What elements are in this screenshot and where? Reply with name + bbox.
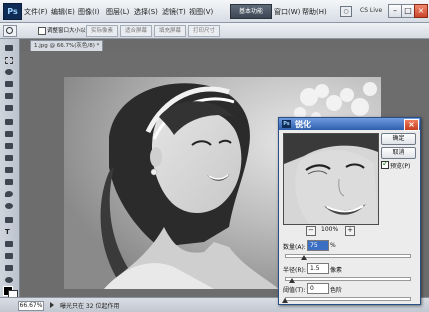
menu-select[interactable]: 选择(S) [134,7,158,17]
photoshop-logo: Ps [3,3,22,20]
brush-tool-icon[interactable] [3,129,15,139]
amount-label: 数量(A): [283,244,306,251]
eraser-tool-icon[interactable] [3,165,15,175]
quick-select-tool-icon[interactable] [3,79,15,89]
preview-zoom-level: 100% [321,226,339,233]
radius-input[interactable]: 1.5 [307,263,329,274]
zoom-level-field[interactable]: 66.67% [18,301,44,311]
menu-help[interactable]: 帮助(H) [302,7,327,17]
filter-preview[interactable] [283,133,379,225]
threshold-input[interactable]: 0 [307,283,329,294]
options-bar: 调整窗口大小以满屏显示 实际像素 适合屏幕 填充屏幕 打印尺寸 [0,23,429,39]
threshold-slider-track[interactable] [285,297,411,301]
menu-layer[interactable]: 图层(L) [106,7,129,17]
amount-unit: % [330,242,336,249]
actual-pixels-button[interactable]: 实际像素 [86,25,118,37]
amount-slider-thumb[interactable] [300,255,307,260]
dialog-title: 锐化 [295,120,311,129]
menu-bar: Ps 文件(F) 编辑(E) 图像(I) 图层(L) 选择(S) 滤镜(T) 视… [0,0,429,23]
fit-screen-button[interactable]: 适合屏幕 [120,25,152,37]
type-tool-icon[interactable]: T [3,227,15,237]
zoom-tool-icon[interactable] [3,25,17,37]
shape-tool-icon[interactable] [3,251,15,261]
radius-label: 半径(R): [283,267,306,274]
menu-edit[interactable]: 编辑(E) [51,7,75,17]
threshold-unit: 色阶 [330,287,343,294]
fill-screen-button[interactable]: 填充屏幕 [154,25,186,37]
maximize-icon[interactable]: □ [401,4,415,18]
cancel-button[interactable]: 取消 [381,147,416,159]
zoom-in-icon[interactable]: + [345,226,355,236]
radius-slider-track[interactable] [285,277,411,281]
print-size-button[interactable]: 打印尺寸 [188,25,220,37]
blur-tool-icon[interactable] [3,189,15,199]
status-arrow-icon[interactable] [50,302,54,308]
check-icon: ✓ [382,159,389,168]
dodge-tool-icon[interactable] [3,201,15,211]
threshold-slider-thumb[interactable] [282,298,288,303]
threshold-label: 阈值(T): [283,287,306,294]
healing-brush-tool-icon[interactable] [3,117,15,127]
photoshop-small-logo: Ps [282,120,291,128]
clone-stamp-tool-icon[interactable] [3,141,15,151]
dialog-close-icon[interactable]: × [404,119,419,131]
menu-filter[interactable]: 滤镜(T) [162,7,186,17]
preview-checkbox[interactable]: ✓ [381,159,389,169]
workspace-button[interactable]: 基本功能 [230,4,272,19]
toolbox: T [0,39,20,298]
history-brush-tool-icon[interactable] [3,153,15,163]
minimize-icon[interactable]: – [388,4,402,18]
radius-slider-thumb[interactable] [289,278,296,283]
dialog-titlebar[interactable]: Ps 锐化 × [279,118,420,131]
sharpen-dialog: Ps 锐化 × 确定 取消 ✓ 预览(P) − 100% + 数量(A): 75… [278,117,421,305]
preview-face-image [284,134,378,224]
resize-windows-checkbox[interactable] [38,27,46,35]
gradient-tool-icon[interactable] [3,177,15,187]
radius-unit: 像素 [330,267,343,274]
ok-button[interactable]: 确定 [381,133,416,145]
preview-label: 预览(P) [390,163,411,170]
menu-window[interactable]: 窗口(W) [274,7,300,17]
zoom-tool-icon[interactable] [3,275,15,285]
hand-tool-icon[interactable] [3,263,15,273]
search-icon[interactable]: ○ [340,6,352,17]
document-tab[interactable]: 1.jpg @ 66.7%(灰色/8) * [30,40,103,51]
menu-view[interactable]: 视图(V) [189,7,213,17]
cs-live-button[interactable]: CS Live [360,7,382,14]
status-info: 曝光只在 32 位起作用 [60,303,120,310]
close-icon[interactable]: × [414,4,428,18]
lasso-tool-icon[interactable] [3,67,15,77]
path-selection-tool-icon[interactable] [3,239,15,249]
move-tool-icon[interactable] [3,43,15,53]
marquee-tool-icon[interactable] [3,55,15,65]
crop-tool-icon[interactable] [3,91,15,101]
menu-image[interactable]: 图像(I) [78,7,100,17]
pen-tool-icon[interactable] [3,215,15,225]
menu-file[interactable]: 文件(F) [24,7,48,17]
zoom-out-icon[interactable]: − [306,226,316,236]
amount-input[interactable]: 75 [307,240,329,251]
eyedropper-tool-icon[interactable] [3,103,15,113]
